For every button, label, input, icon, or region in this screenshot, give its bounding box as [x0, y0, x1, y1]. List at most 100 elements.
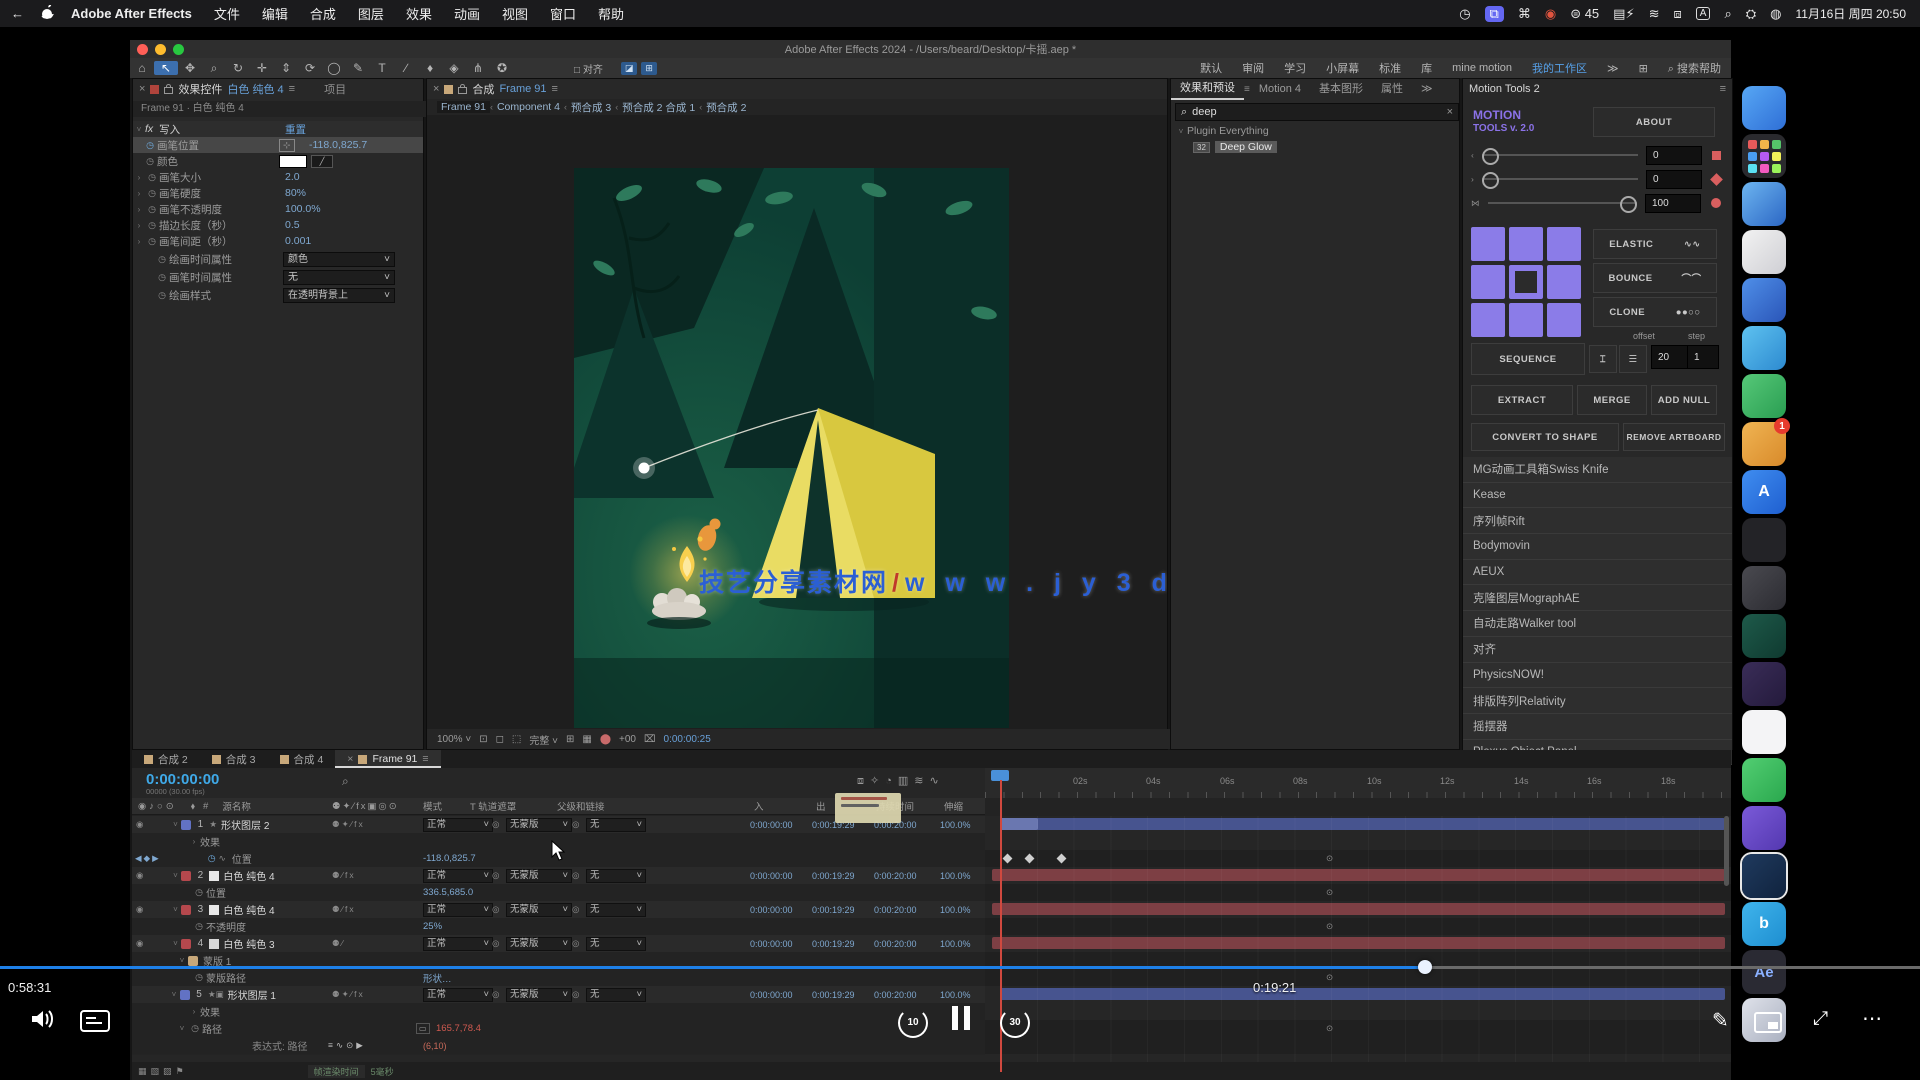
- layer-track-3[interactable]: [985, 901, 1731, 919]
- ease-both-value[interactable]: 100: [1645, 194, 1701, 213]
- trkmat-pickwhip-icon[interactable]: ◎: [492, 904, 499, 915]
- step-value[interactable]: 1: [1687, 345, 1719, 369]
- window-manager-icon[interactable]: ⧈: [1674, 6, 1682, 22]
- out-value[interactable]: 0:00:19:29: [812, 939, 855, 949]
- parent-pickwhip-icon[interactable]: ◎: [572, 938, 579, 949]
- stretch-value[interactable]: 100.0%: [940, 990, 971, 1000]
- plugin-align[interactable]: 对齐: [1463, 637, 1732, 663]
- parent-link-column[interactable]: 父级和链接: [557, 799, 605, 813]
- out-value[interactable]: 0:00:19:29: [812, 905, 855, 915]
- window-titlebar[interactable]: Adobe After Effects 2024 - /Users/beard/…: [130, 40, 1731, 58]
- keyframe-navigator[interactable]: ◀◆▶: [135, 853, 161, 864]
- player-progress-filled[interactable]: [0, 966, 1425, 969]
- qq-app-icon[interactable]: [1742, 710, 1786, 754]
- breadcrumb-component-4[interactable]: Component 4: [493, 101, 564, 113]
- settings-app-icon[interactable]: [1742, 230, 1786, 274]
- layer-name[interactable]: 白色 纯色 4: [223, 868, 274, 883]
- panel-menu-icon[interactable]: ≡: [422, 753, 428, 765]
- bounce-button[interactable]: BOUNCE⌒⌒: [1593, 263, 1717, 293]
- menu-effect[interactable]: 效果: [395, 4, 443, 23]
- composition-tab[interactable]: × 合成 Frame 91 ≡: [427, 79, 1167, 99]
- after-effects-app-icon[interactable]: Ae: [1742, 950, 1786, 994]
- control-center-icon[interactable]: ⛭: [1746, 6, 1756, 22]
- stretch-value[interactable]: 100.0%: [940, 871, 971, 881]
- expand-chevron-icon[interactable]: ›: [188, 837, 200, 846]
- anchor-bottom-right[interactable]: [1547, 303, 1581, 337]
- time-ruler[interactable]: 02s 04s 06s 08s 10s 12s 14s 16s 18s: [985, 768, 1731, 798]
- blend-mode-dropdown[interactable]: 正常˅: [423, 988, 493, 1002]
- effect-result-row[interactable]: 32 Deep Glow: [1193, 141, 1277, 153]
- lock-icon[interactable]: [164, 87, 173, 94]
- layer-bar[interactable]: [1000, 988, 1725, 1000]
- layer-bar[interactable]: [992, 903, 1725, 915]
- blend-mode-dropdown[interactable]: 正常˅: [423, 818, 493, 832]
- trkmat-pickwhip-icon[interactable]: ◎: [492, 938, 499, 949]
- screen-share-status-icon[interactable]: ⧉: [1485, 6, 1504, 22]
- timeline-tab-frame-91[interactable]: ×Frame 91≡: [335, 750, 440, 768]
- color-row[interactable]: ◷颜色 ╱: [133, 153, 423, 169]
- layer-name[interactable]: 形状图层 2: [221, 817, 269, 832]
- volume-icon[interactable]: [30, 1008, 56, 1030]
- stretch-value[interactable]: 100.0%: [940, 905, 971, 915]
- wechat-app-icon[interactable]: [1742, 758, 1786, 802]
- workspace-overflow-icon[interactable]: ≫: [1597, 62, 1629, 75]
- trkmat-dropdown[interactable]: 无蒙版˅: [506, 937, 572, 951]
- pan-tool[interactable]: ✛: [250, 61, 274, 75]
- panel-menu-icon[interactable]: ≡: [289, 83, 295, 95]
- siri-icon[interactable]: ◍: [1770, 6, 1781, 22]
- out-column[interactable]: 出: [816, 799, 826, 813]
- layer-3-opacity-row[interactable]: ◷ 不透明度 25%: [132, 918, 985, 936]
- spotlight-icon[interactable]: ⌕: [1724, 6, 1731, 22]
- resolution-dropdown[interactable]: 完整 ˅: [529, 732, 558, 747]
- plugin-swiss-knife[interactable]: MG动画工具箱Swiss Knife: [1463, 457, 1732, 483]
- close-tab-icon[interactable]: ×: [347, 753, 353, 765]
- menu-layer[interactable]: 图层: [347, 4, 395, 23]
- panel-menu-icon[interactable]: ≡: [552, 83, 558, 95]
- text-tool[interactable]: T: [370, 61, 394, 75]
- layer-row-2[interactable]: ◉ ˅ 2 白色 纯色 4 ⚉∕fx 正常˅ ◎ 无蒙版˅ ◎ 无˅ 0:00:…: [132, 867, 985, 885]
- stopwatch-icon[interactable]: ◷: [188, 1023, 202, 1034]
- anchor-top-left[interactable]: [1471, 227, 1505, 261]
- mask-color-chip[interactable]: [188, 956, 198, 966]
- menu-help[interactable]: 帮助: [587, 4, 635, 23]
- anchor-grid[interactable]: [1471, 227, 1583, 339]
- effects-search-field[interactable]: ⌕ deep ×: [1175, 103, 1459, 121]
- eraser-tool[interactable]: ◈: [442, 61, 466, 75]
- paint-time-dropdown[interactable]: 颜色˅: [283, 252, 395, 267]
- workspace-small-screen[interactable]: 小屏幕: [1316, 60, 1369, 76]
- help-search-field[interactable]: ⌕ 搜索帮助: [1658, 60, 1731, 76]
- layer-label-color[interactable]: [181, 939, 191, 949]
- expand-chevron-icon[interactable]: ˅: [169, 939, 181, 948]
- camera-app-icon[interactable]: [1742, 518, 1786, 562]
- app-store-icon[interactable]: A: [1742, 470, 1786, 514]
- motion-4-tab[interactable]: Motion 4: [1250, 79, 1310, 99]
- purple-app-icon[interactable]: [1742, 806, 1786, 850]
- slider-knob[interactable]: [1482, 148, 1499, 165]
- brush-opacity-value[interactable]: 100.0%: [285, 203, 321, 215]
- out-value[interactable]: 0:00:19:29: [812, 990, 855, 1000]
- ease-in-slider[interactable]: [1482, 154, 1638, 156]
- layer-track-4[interactable]: [985, 935, 1731, 953]
- mode-column[interactable]: 模式: [423, 799, 442, 813]
- current-timecode[interactable]: 0:00:00:00: [146, 771, 219, 788]
- opacity-value[interactable]: 25%: [423, 921, 442, 932]
- layer-bar[interactable]: [992, 937, 1725, 949]
- merge-button[interactable]: MERGE: [1577, 385, 1647, 415]
- layer-label-color[interactable]: [181, 905, 191, 915]
- lens-app-icon[interactable]: [1742, 566, 1786, 610]
- duration-value[interactable]: 0:00:20:00: [874, 871, 917, 881]
- mask-path-value[interactable]: 形状…: [423, 971, 452, 985]
- parent-dropdown[interactable]: 无˅: [586, 903, 646, 917]
- out-value[interactable]: 0:00:19:29: [812, 871, 855, 881]
- workspace-learn[interactable]: 学习: [1274, 60, 1316, 76]
- motion-tools-tab[interactable]: Motion Tools 2 ≡: [1463, 79, 1732, 99]
- mini-player-icon[interactable]: [1754, 1012, 1782, 1033]
- close-panel-icon[interactable]: ×: [139, 83, 145, 95]
- snapshot-camera-icon[interactable]: ⌧: [644, 734, 656, 745]
- plugin-walker-tool[interactable]: 自动走路Walker tool: [1463, 611, 1732, 637]
- brush-position-value[interactable]: -118.0,825.7: [309, 139, 367, 151]
- plugin-physicsnow[interactable]: PhysicsNOW!: [1463, 663, 1732, 689]
- plugin-relativity[interactable]: 排版阵列Relativity: [1463, 688, 1732, 714]
- player-edit-pencil-icon[interactable]: ✎: [1712, 1008, 1729, 1033]
- stroke-length-row[interactable]: ›◷描边长度（秒）0.5: [133, 217, 423, 233]
